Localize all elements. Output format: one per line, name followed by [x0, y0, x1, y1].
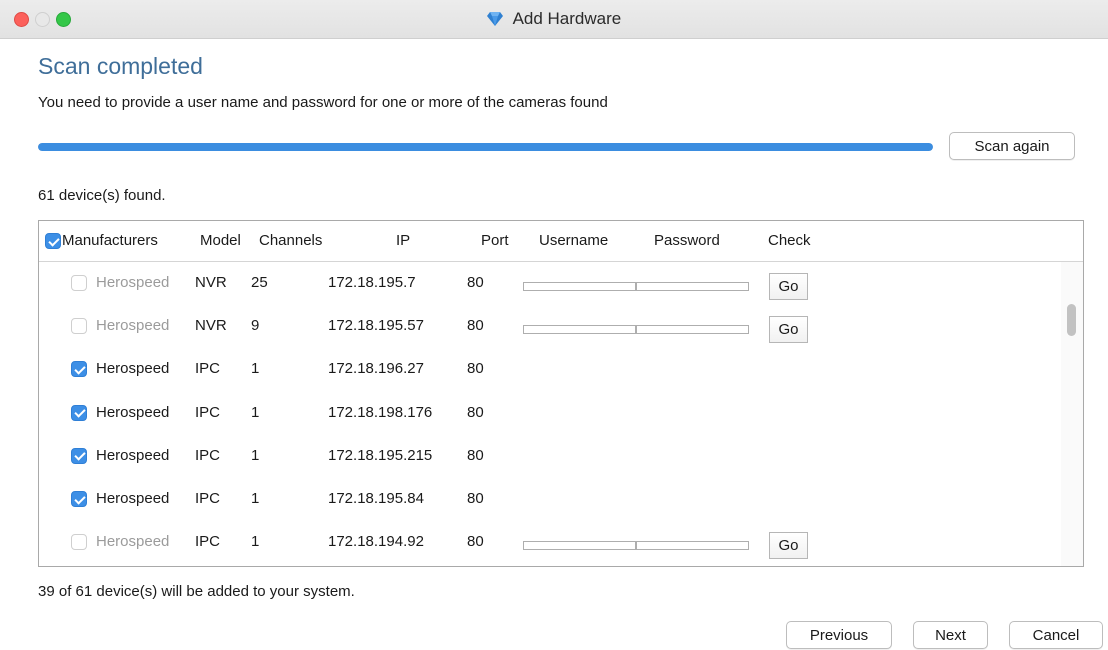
table-row[interactable]: Herospeed IPC 1 172.18.194.92 80 Go [39, 521, 1059, 564]
row-checkbox[interactable] [71, 361, 87, 378]
model-cell: IPC [195, 533, 221, 551]
model-cell: NVR [195, 274, 227, 291]
manufacturer-cell: Herospeed [96, 446, 170, 464]
channels-cell: 1 [251, 403, 260, 421]
table-row[interactable]: Herospeed IPC 1 172.18.195.84 80 [39, 478, 1059, 521]
model-cell: IPC [195, 446, 221, 464]
title-bar: Add Hardware [0, 0, 1108, 39]
row-checkbox[interactable] [71, 534, 87, 551]
model-cell: NVR [195, 317, 227, 335]
row-checkbox[interactable] [71, 447, 87, 464]
password-field[interactable] [636, 325, 749, 335]
model-cell: IPC [195, 490, 221, 507]
port-cell: 80 [467, 317, 484, 335]
manufacturer-cell: Herospeed [96, 360, 170, 378]
diamond-app-icon [486, 12, 503, 26]
go-button[interactable]: Go [769, 316, 808, 344]
column-header-model[interactable]: Model [200, 232, 241, 249]
instructions-text: You need to provide a user name and pass… [38, 94, 608, 111]
ip-cell: 172.18.198.176 [328, 403, 433, 421]
column-header-port[interactable]: Port [481, 232, 509, 249]
model-cell: IPC [195, 360, 221, 378]
password-field[interactable] [636, 541, 749, 551]
scan-progress-fill [38, 143, 933, 151]
table-row[interactable]: Herospeed IPC 1 172.18.196.27 80 [39, 348, 1059, 391]
channels-cell: 25 [251, 274, 268, 291]
row-checkbox[interactable] [71, 318, 87, 335]
username-field[interactable] [523, 282, 636, 291]
go-button[interactable]: Go [769, 532, 808, 560]
table-header: Manufacturers Model Channels IP Port Use… [39, 221, 1083, 262]
column-header-manufacturers[interactable]: Manufacturers [62, 232, 158, 249]
port-cell: 80 [467, 533, 484, 551]
username-field[interactable] [523, 325, 636, 335]
channels-cell: 1 [251, 446, 260, 464]
password-field[interactable] [636, 282, 749, 291]
port-cell: 80 [467, 403, 484, 421]
ip-cell: 172.18.194.92 [328, 533, 424, 551]
manufacturer-cell: Herospeed [96, 274, 170, 291]
manufacturer-cell: Herospeed [96, 403, 170, 421]
row-checkbox[interactable] [71, 404, 87, 421]
column-header-username[interactable]: Username [539, 232, 608, 249]
next-button[interactable]: Next [913, 621, 988, 649]
channels-cell: 1 [251, 490, 260, 507]
username-field[interactable] [523, 541, 636, 551]
port-cell: 80 [467, 360, 484, 378]
cancel-button[interactable]: Cancel [1009, 621, 1103, 649]
column-header-ip[interactable]: IP [396, 232, 410, 249]
ip-cell: 172.18.196.27 [328, 360, 424, 378]
manufacturer-cell: Herospeed [96, 533, 170, 551]
channels-cell: 1 [251, 360, 260, 378]
window-title: Add Hardware [512, 9, 622, 28]
row-checkbox[interactable] [71, 491, 87, 507]
devices-found-count: 61 device(s) found. [38, 187, 166, 204]
channels-cell: 9 [251, 317, 260, 335]
device-rows: Herospeed NVR 25 172.18.195.7 80 Go Herospeed N… [39, 262, 1083, 566]
model-cell: IPC [195, 403, 221, 421]
channels-cell: 1 [251, 533, 260, 551]
table-scrollbar[interactable] [1061, 262, 1083, 566]
previous-button[interactable]: Previous [786, 621, 892, 649]
row-checkbox[interactable] [71, 275, 87, 291]
scan-progress-bar [38, 143, 933, 151]
port-cell: 80 [467, 274, 484, 291]
column-header-channels[interactable]: Channels [259, 232, 322, 249]
manufacturer-cell: Herospeed [96, 490, 170, 507]
column-header-check[interactable]: Check [768, 232, 811, 249]
port-cell: 80 [467, 490, 484, 507]
devices-added-summary: 39 of 61 device(s) will be added to your… [38, 583, 355, 600]
table-row[interactable]: Herospeed IPC 1 172.18.198.176 80 [39, 392, 1059, 435]
ip-cell: 172.18.195.215 [328, 446, 433, 464]
table-row[interactable]: Herospeed IPC 1 172.18.195.215 80 [39, 435, 1059, 478]
ip-cell: 172.18.195.84 [328, 490, 424, 507]
port-cell: 80 [467, 446, 484, 464]
scrollbar-thumb[interactable] [1067, 304, 1076, 336]
page-title: Scan completed [38, 53, 203, 79]
ip-cell: 172.18.195.57 [328, 317, 424, 335]
column-header-password[interactable]: Password [654, 232, 720, 249]
window-title-group: Add Hardware [0, 9, 1108, 29]
manufacturer-cell: Herospeed [96, 317, 170, 335]
table-row[interactable]: Herospeed NVR 25 172.18.195.7 80 Go [39, 262, 1059, 305]
table-row[interactable]: Herospeed NVR 9 172.18.195.57 80 Go [39, 305, 1059, 348]
ip-cell: 172.18.195.7 [328, 274, 416, 291]
scan-again-button[interactable]: Scan again [949, 132, 1075, 160]
go-button[interactable]: Go [769, 273, 808, 300]
device-table: Manufacturers Model Channels IP Port Use… [38, 220, 1084, 567]
select-all-checkbox[interactable] [45, 233, 61, 249]
